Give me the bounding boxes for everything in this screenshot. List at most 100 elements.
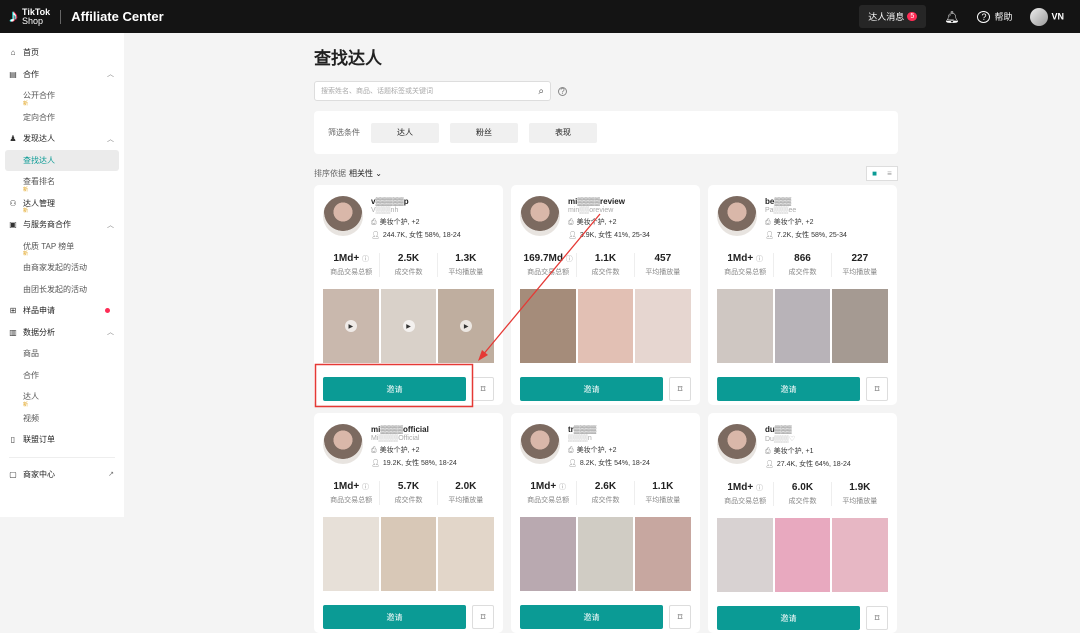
sidebar-item[interactable]: 合作 bbox=[0, 365, 124, 387]
info-icon[interactable]: ⓘ bbox=[362, 484, 369, 491]
sidebar-item[interactable]: 由团长发起的活动 bbox=[0, 279, 124, 301]
creator-avatar[interactable] bbox=[520, 196, 560, 236]
sort-dropdown[interactable]: 相关性 ⌄ bbox=[349, 168, 382, 179]
sidebar-item[interactable]: ⊞ 样品申请 bbox=[0, 300, 124, 322]
chevron-up-icon[interactable]: ︿ bbox=[107, 220, 114, 230]
creator-name[interactable]: du▒▒▒ bbox=[765, 425, 851, 434]
creator-card[interactable]: du▒▒▒ Du▒▒▒♡ ⎙ 美妆个护, +1 👤︎ 27.4K, 女性 64%, … bbox=[708, 413, 897, 633]
chevron-up-icon[interactable]: ︿ bbox=[107, 69, 114, 79]
creator-card[interactable]: tr▒▒▒▒ ▒▒▒▒n ⎙ 美妆个护, +2 👤︎ 8.2K, 女性 54%, 1… bbox=[511, 413, 700, 633]
sidebar-item[interactable]: ▥ 数据分析 ︿ bbox=[0, 322, 124, 344]
sidebar-item[interactable]: 达人新 bbox=[0, 386, 124, 407]
chevron-up-icon[interactable]: ︿ bbox=[107, 134, 114, 144]
filter-performance[interactable]: 表现 bbox=[529, 122, 597, 143]
sidebar-item[interactable]: ♟ 发现达人 ︿ bbox=[0, 128, 124, 150]
sidebar-item[interactable]: 由商家发起的活动 bbox=[0, 257, 124, 279]
invite-button[interactable]: 邀请 bbox=[520, 377, 663, 401]
tiktok-shop-logo[interactable]: ♪ TikTok Shop bbox=[9, 6, 50, 27]
video-thumbnail[interactable] bbox=[520, 289, 576, 363]
creator-name[interactable]: mi▒▒▒▒official bbox=[371, 425, 457, 434]
help-circle-icon[interactable]: ? bbox=[558, 86, 567, 96]
creator-name[interactable]: mi▒▒▒▒review bbox=[568, 197, 650, 206]
video-thumbnail[interactable] bbox=[577, 289, 634, 363]
creator-avatar[interactable] bbox=[717, 424, 757, 464]
creator-card[interactable]: be▒▒▒ Pa▒▒▒ee ⎙ 美妆个护, +2 👤︎ 7.2K, 女性 58%, … bbox=[708, 185, 897, 405]
sidebar-item[interactable]: 公开合作新 bbox=[0, 85, 124, 106]
page-title: 查找达人 bbox=[314, 49, 382, 68]
video-thumbnail[interactable] bbox=[774, 518, 831, 592]
video-thumbnail[interactable]: ▶ bbox=[323, 289, 379, 363]
sidebar-item[interactable]: ▣ 与服务商合作 ︿ bbox=[0, 214, 124, 236]
creator-avatar[interactable] bbox=[717, 196, 757, 236]
bookmark-icon[interactable]: ⌑ bbox=[669, 377, 691, 401]
sidebar-item-label: 首页 bbox=[23, 48, 39, 58]
video-thumbnail[interactable] bbox=[717, 518, 773, 592]
filter-followers[interactable]: 粉丝 bbox=[450, 122, 518, 143]
sidebar-item[interactable]: 定向合作 bbox=[0, 107, 124, 129]
gmv-label: 商品交易总额 bbox=[527, 269, 570, 276]
list-view-icon[interactable]: ≡ bbox=[882, 167, 897, 180]
info-icon[interactable]: ⓘ bbox=[566, 256, 573, 263]
bookmark-icon[interactable]: ⌑ bbox=[669, 605, 691, 629]
invite-button[interactable]: 邀请 bbox=[520, 605, 663, 629]
gmv-value: 169.7Md bbox=[523, 253, 563, 264]
video-thumbnail[interactable] bbox=[635, 289, 692, 363]
creator-name[interactable]: be▒▒▒ bbox=[765, 197, 847, 206]
sidebar-item[interactable]: 商品 bbox=[0, 343, 124, 365]
grid-view-icon[interactable]: ■ bbox=[867, 167, 882, 180]
creator-name[interactable]: tr▒▒▒▒ bbox=[568, 425, 650, 434]
video-thumbnail[interactable] bbox=[438, 517, 495, 591]
bookmark-icon[interactable]: ⌑ bbox=[472, 377, 494, 401]
creator-name[interactable]: v▒▒▒▒▒p bbox=[371, 197, 461, 206]
info-icon[interactable]: ⓘ bbox=[362, 256, 369, 263]
info-icon[interactable]: ⓘ bbox=[756, 256, 763, 263]
sidebar-item-merchant-center[interactable]: ▢ 商家中心 ↗ bbox=[0, 464, 124, 486]
sidebar-item[interactable]: ⌂ 首页 bbox=[0, 42, 124, 64]
sidebar-icon: ⚇ bbox=[9, 198, 17, 208]
video-thumbnail[interactable] bbox=[323, 517, 379, 591]
sidebar-item[interactable]: ⚇ 达人管理新 bbox=[0, 193, 124, 214]
creator-card[interactable]: mi▒▒▒▒official Mi▒▒▒▒Official ⎙ 美妆个护, +2 … bbox=[314, 413, 503, 633]
sidebar-item[interactable]: 优质 TAP 榜单新 bbox=[0, 236, 124, 257]
bookmark-icon[interactable]: ⌑ bbox=[866, 606, 888, 630]
help-button[interactable]: ? 帮助 bbox=[977, 10, 1012, 23]
sidebar-item[interactable]: 视频 bbox=[0, 408, 124, 430]
creator-avatar[interactable] bbox=[520, 424, 560, 464]
video-thumbnail[interactable] bbox=[832, 289, 889, 363]
video-thumbnail[interactable]: ▶ bbox=[438, 289, 495, 363]
sidebar-item[interactable]: ▯ 联盟订单 bbox=[0, 429, 124, 451]
sidebar-item[interactable]: ▤ 合作 ︿ bbox=[0, 64, 124, 86]
invite-button[interactable]: 邀请 bbox=[717, 606, 860, 630]
info-icon[interactable]: ⓘ bbox=[559, 484, 566, 491]
video-thumbnail[interactable] bbox=[635, 517, 692, 591]
creator-card[interactable]: v▒▒▒▒▒p V▒▒▒nh ⎙ 美妆个护, +2 👤︎ 244.7K, 女性 58… bbox=[314, 185, 503, 405]
video-thumbnail[interactable] bbox=[520, 517, 576, 591]
sidebar-icon: ▥ bbox=[9, 327, 17, 337]
creator-avatar[interactable] bbox=[323, 196, 363, 236]
gmv-label: 商品交易总额 bbox=[330, 269, 373, 276]
invite-button[interactable]: 邀请 bbox=[717, 377, 860, 401]
sidebar-item[interactable]: 查看排名新 bbox=[0, 171, 124, 192]
search-input[interactable]: 搜索姓名、商品、话题标签或关键词 ⌕ bbox=[314, 81, 551, 101]
creator-messages-button[interactable]: 达人消息 5 bbox=[859, 5, 927, 28]
creator-avatar[interactable] bbox=[323, 424, 363, 464]
sidebar-item[interactable]: 查找达人 bbox=[5, 149, 119, 171]
bell-icon[interactable]: 🔔︎ bbox=[944, 10, 959, 24]
video-thumbnail[interactable] bbox=[380, 517, 437, 591]
video-thumbnail[interactable] bbox=[832, 518, 889, 592]
search-icon[interactable]: ⌕ bbox=[538, 86, 544, 97]
info-icon[interactable]: ⓘ bbox=[756, 485, 763, 492]
user-menu[interactable]: VN bbox=[1030, 7, 1064, 26]
bookmark-icon[interactable]: ⌑ bbox=[866, 377, 888, 401]
creator-card[interactable]: mi▒▒▒▒review min▒▒oreview ⎙ 美妆个护, +2 👤︎ 3.… bbox=[511, 185, 700, 405]
invite-button[interactable]: 邀请 bbox=[323, 605, 466, 629]
video-thumbnail[interactable]: ▶ bbox=[380, 289, 437, 363]
chevron-up-icon[interactable]: ︿ bbox=[107, 327, 114, 337]
bookmark-icon[interactable]: ⌑ bbox=[472, 605, 494, 629]
video-thumbnail[interactable] bbox=[774, 289, 831, 363]
video-thumbnail[interactable] bbox=[717, 289, 773, 363]
invite-button[interactable]: 邀请 bbox=[323, 377, 466, 401]
filter-creator[interactable]: 达人 bbox=[371, 122, 439, 143]
main-content: 查找达人 搜索姓名、商品、话题标签或关键词 ⌕ ? 筛选条件 达人 粉丝 表现 排… bbox=[314, 33, 898, 181]
video-thumbnail[interactable] bbox=[577, 517, 634, 591]
